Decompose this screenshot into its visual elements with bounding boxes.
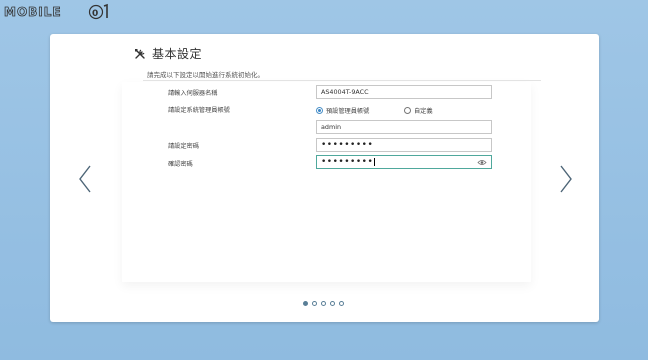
radio-custom-admin-button[interactable] [404, 107, 411, 114]
radio-default-admin[interactable]: 預設管理員帳號 [316, 106, 369, 115]
chevron-right-icon[interactable] [558, 164, 574, 194]
radio-default-admin-button[interactable] [316, 107, 323, 114]
password-input[interactable]: ••••••••• [316, 138, 492, 152]
admin-account-label: 請設定系統管理員帳號 [168, 107, 230, 114]
server-name-value: AS4004T-9ACC [321, 88, 369, 96]
pager-dot-1[interactable] [303, 301, 308, 306]
pager-dot-4[interactable] [330, 301, 335, 306]
svg-text:0: 0 [92, 9, 98, 19]
tools-icon [135, 48, 145, 59]
server-name-input[interactable]: AS4004T-9ACC [316, 85, 492, 99]
show-password-icon[interactable] [477, 158, 487, 167]
page-title: 基本設定 [152, 47, 203, 61]
password-label: 請設定密碼 [168, 143, 199, 150]
setup-card: 基本設定 請完成以下設定以開始進行系統初始化。 請輸入伺服器名稱 AS4004T… [50, 34, 599, 322]
pager-dot-3[interactable] [321, 301, 326, 306]
confirm-password-label: 確認密碼 [168, 161, 193, 168]
page-subtitle: 請完成以下設定以開始進行系統初始化。 [147, 71, 264, 79]
radio-default-admin-label: 預設管理員帳號 [326, 108, 370, 115]
page-header: 基本設定 [134, 45, 202, 62]
server-name-label: 請輸入伺服器名稱 [168, 90, 218, 97]
text-caret [374, 158, 376, 166]
confirm-password-value: ••••••••• [321, 157, 374, 167]
pager-dot-2[interactable] [312, 301, 317, 306]
divider [143, 80, 541, 81]
radio-custom-admin[interactable]: 自定義 [404, 106, 433, 115]
confirm-password-input[interactable]: ••••••••• [316, 155, 492, 169]
chevron-left-icon[interactable] [77, 164, 93, 194]
pager-dot-5[interactable] [339, 301, 344, 306]
admin-account-value: admin [321, 123, 342, 131]
radio-custom-admin-label: 自定義 [414, 108, 433, 115]
password-value: ••••••••• [321, 140, 374, 150]
page-indicator [303, 301, 344, 306]
svg-text:MOBILE: MOBILE [4, 5, 62, 19]
admin-account-input[interactable]: admin [316, 120, 492, 134]
mobile01-logo: MOBILE 0 [4, 3, 108, 19]
watermark-logo: MOBILE 0 [4, 3, 112, 19]
